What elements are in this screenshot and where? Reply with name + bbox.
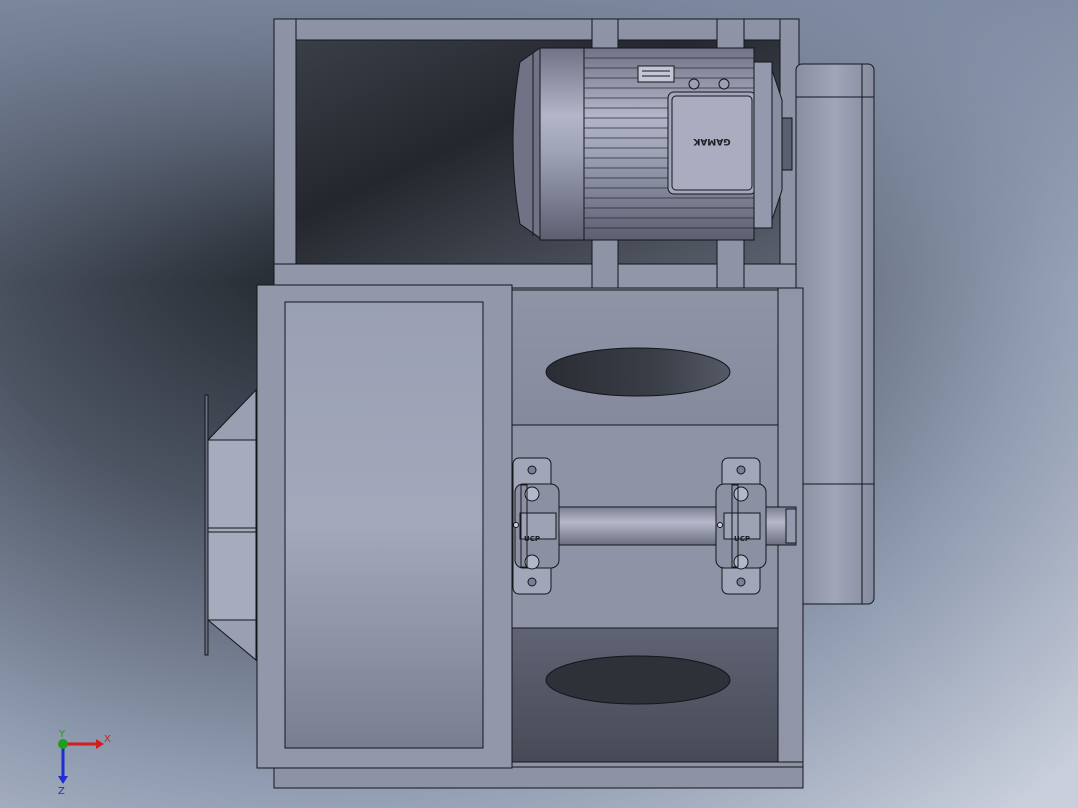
lower-access-panel[interactable] bbox=[511, 627, 779, 763]
pillow-block-bearing-right[interactable]: UCP bbox=[715, 457, 767, 595]
y-axis-arrow bbox=[58, 739, 68, 749]
y-axis-label: Y bbox=[58, 729, 66, 740]
lower-vent-slot bbox=[545, 655, 731, 705]
upper-access-panel[interactable] bbox=[511, 289, 779, 426]
belt-guard[interactable] bbox=[795, 63, 875, 605]
upper-vent-slot bbox=[545, 347, 731, 397]
electric-motor[interactable]: GAMAK bbox=[512, 47, 793, 241]
motor-nameplate bbox=[637, 65, 675, 83]
cable-gland-icon bbox=[718, 78, 730, 90]
bearing-left-label: UCP bbox=[524, 535, 540, 543]
fan-assembly-model[interactable]: GAMAK UCP UCP X Y Z bbox=[0, 0, 1078, 808]
x-axis-label: X bbox=[104, 734, 111, 745]
fan-scroll-housing[interactable] bbox=[256, 284, 513, 769]
cable-gland-icon bbox=[688, 78, 700, 90]
z-axis-label: Z bbox=[58, 786, 65, 797]
cad-viewport[interactable]: GAMAK UCP UCP X Y Z bbox=[0, 0, 1078, 808]
bearing-right-label: UCP bbox=[734, 535, 750, 543]
motor-brand-label: GAMAK bbox=[692, 136, 730, 146]
